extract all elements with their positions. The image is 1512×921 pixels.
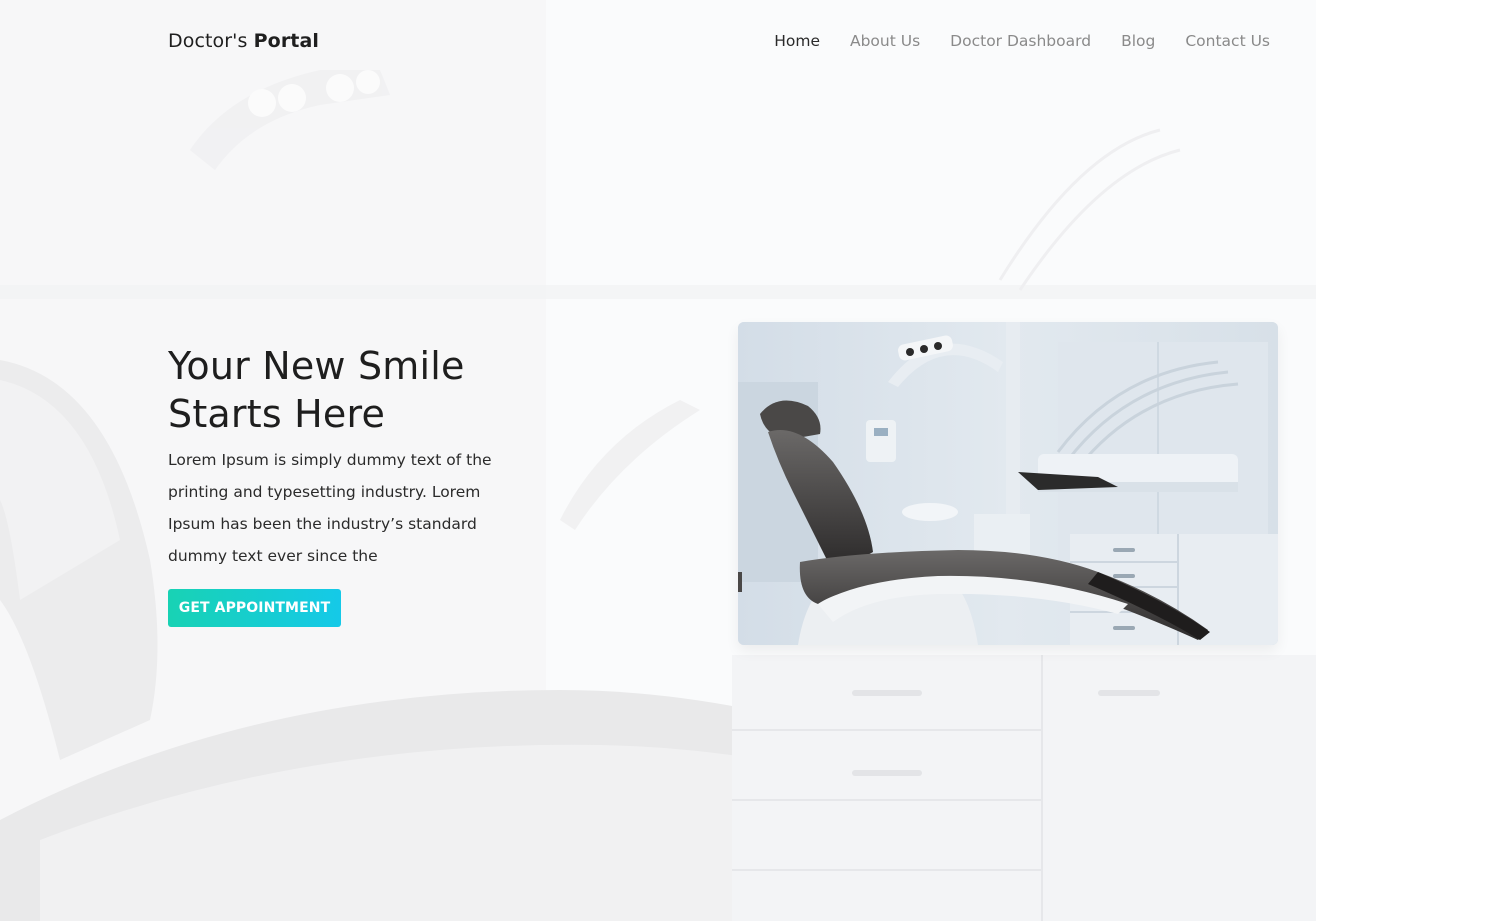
dental-chair-photo: [738, 322, 1278, 645]
get-appointment-button[interactable]: GET APPOINTMENT: [168, 589, 341, 627]
hero-image: [738, 322, 1278, 645]
main-nav: Home About Us Doctor Dashboard Blog Cont…: [774, 32, 1270, 50]
nav-link-doctor-dashboard[interactable]: Doctor Dashboard: [950, 32, 1091, 50]
site-logo[interactable]: Doctor's Portal: [168, 30, 319, 52]
hero-description: Lorem Ipsum is simply dummy text of the …: [168, 451, 492, 565]
nav-link-about-us[interactable]: About Us: [850, 32, 920, 50]
hero-title: Your New Smile Starts Here: [168, 344, 465, 436]
nav-link-blog[interactable]: Blog: [1121, 32, 1155, 50]
site-header: Doctor's Portal Home About Us Doctor Das…: [168, 26, 1270, 60]
nav-link-home[interactable]: Home: [774, 32, 820, 50]
nav-link-contact-us[interactable]: Contact Us: [1185, 32, 1270, 50]
logo-bold-text: Portal: [253, 30, 320, 52]
logo-light-text: Doctor's: [168, 30, 248, 52]
